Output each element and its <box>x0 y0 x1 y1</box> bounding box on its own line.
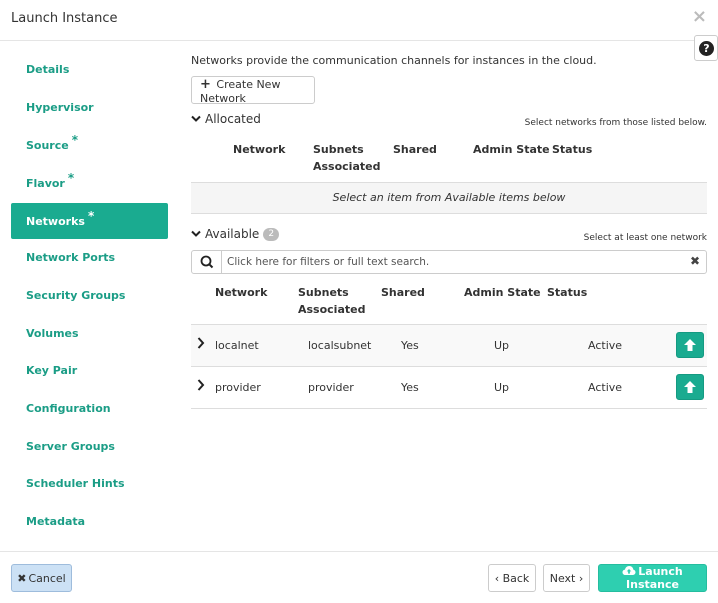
sidebar-item-label: Flavor <box>26 177 65 190</box>
required-marker: * <box>67 171 75 185</box>
back-button[interactable]: ‹ Back <box>488 564 536 592</box>
col-shared[interactable]: Shared <box>381 284 425 301</box>
cell-shared: Yes <box>401 381 419 394</box>
back-label: Back <box>502 571 530 585</box>
col-status[interactable]: Status <box>552 141 592 158</box>
table-row[interactable]: provider provider Yes Up Active <box>191 367 707 408</box>
sidebar-item-configuration[interactable]: Configuration <box>11 391 168 427</box>
cell-status: Active <box>588 339 623 352</box>
next-button[interactable]: Next › <box>543 564 590 592</box>
sidebar-item-networks[interactable]: Networks * <box>11 203 168 239</box>
chevron-left-icon: ‹ <box>494 571 500 585</box>
col-network[interactable]: Network <box>215 284 267 301</box>
allocate-button[interactable] <box>676 374 704 400</box>
networks-intro-text: Networks provide the communication chann… <box>191 54 597 67</box>
plus-icon: + <box>200 77 211 92</box>
col-network[interactable]: Network <box>233 141 285 158</box>
available-hint: Select at least one network <box>583 233 707 243</box>
cell-admin-state: Up <box>494 381 510 394</box>
sidebar-item-label: Scheduler Hints <box>26 477 125 490</box>
cell-network: localnet <box>215 339 259 352</box>
create-network-button[interactable]: + Create New Network <box>191 76 315 105</box>
col-admin-state[interactable]: Admin State <box>464 284 541 301</box>
chevron-right-icon[interactable] <box>197 379 205 395</box>
chevron-down-icon <box>191 228 201 241</box>
sidebar-item-details[interactable]: Details <box>11 52 168 88</box>
cloud-upload-icon <box>622 566 636 575</box>
cancel-label: Cancel <box>28 571 66 585</box>
cell-subnets: localsubnet <box>308 339 372 352</box>
launch-instance-button[interactable]: Launch Instance <box>598 564 707 592</box>
col-shared[interactable]: Shared <box>393 141 437 158</box>
create-network-label: Create New Network <box>200 78 281 105</box>
filter-search-box: ✖ <box>191 250 707 274</box>
sidebar-item-key-pair[interactable]: Key Pair <box>11 353 168 389</box>
close-icon[interactable]: × <box>692 7 707 27</box>
cancel-button[interactable]: ✖ Cancel <box>11 564 72 592</box>
sidebar-item-flavor[interactable]: Flavor * <box>11 165 168 201</box>
next-label: Next <box>549 571 576 585</box>
col-subnets-associated[interactable]: Subnets Associated <box>313 141 383 175</box>
search-input[interactable] <box>223 252 673 272</box>
allocated-section-toggle[interactable]: Allocated <box>191 112 261 126</box>
cell-admin-state: Up <box>494 339 510 352</box>
col-admin-state[interactable]: Admin State <box>473 141 550 158</box>
col-status[interactable]: Status <box>547 284 587 301</box>
sidebar-item-label: Configuration <box>26 402 111 415</box>
sidebar-item-label: Key Pair <box>26 364 78 377</box>
table-divider <box>191 408 707 409</box>
modal-header: Launch Instance × <box>0 0 718 41</box>
required-marker: * <box>71 133 78 147</box>
modal-title: Launch Instance <box>11 11 118 26</box>
clear-search-icon[interactable]: ✖ <box>690 254 700 268</box>
table-row[interactable]: localnet localsubnet Yes Up Active <box>191 325 707 366</box>
sidebar-item-volumes[interactable]: Volumes <box>11 316 168 352</box>
sidebar-item-label: Security Groups <box>26 289 126 302</box>
chevron-right-icon[interactable] <box>197 337 205 353</box>
cell-status: Active <box>588 381 623 394</box>
allocated-title: Allocated <box>205 112 261 126</box>
sidebar-item-label: Metadata <box>26 515 86 528</box>
allocated-hint: Select networks from those listed below. <box>524 118 707 128</box>
chevron-right-icon: › <box>578 571 584 585</box>
allocate-button[interactable] <box>676 332 704 358</box>
available-title: Available <box>205 227 260 241</box>
allocated-empty-row: Select an item from Available items belo… <box>191 182 707 214</box>
launch-instance-modal: Launch Instance × ? Details Hypervisor S… <box>0 0 718 603</box>
cell-network: provider <box>215 381 261 394</box>
sidebar-item-metadata[interactable]: Metadata <box>11 504 168 540</box>
modal-footer: ✖ Cancel ‹ Back Next › Launch Instance <box>0 551 718 603</box>
chevron-down-icon <box>191 113 201 126</box>
arrow-up-icon <box>684 339 696 351</box>
sidebar-item-label: Networks <box>26 215 85 228</box>
sidebar-item-hypervisor[interactable]: Hypervisor <box>11 90 168 126</box>
cell-subnets: provider <box>308 381 354 394</box>
required-marker: * <box>87 209 95 223</box>
available-section-toggle[interactable]: Available 2 <box>191 227 280 241</box>
sidebar-item-label: Details <box>26 63 70 76</box>
sidebar-item-scheduler-hints[interactable]: Scheduler Hints <box>11 466 168 502</box>
search-icon[interactable] <box>192 251 222 273</box>
wizard-sidebar: Details Hypervisor Source * Flavor * Netwo… <box>0 41 178 551</box>
sidebar-item-label: Source <box>26 139 69 152</box>
sidebar-item-server-groups[interactable]: Server Groups <box>11 429 168 465</box>
close-icon: ✖ <box>17 571 27 585</box>
col-subnets-associated[interactable]: Subnets Associated <box>298 284 368 318</box>
sidebar-item-label: Server Groups <box>26 440 115 453</box>
arrow-up-icon <box>684 381 696 393</box>
cell-shared: Yes <box>401 339 419 352</box>
available-count-badge: 2 <box>263 228 280 241</box>
sidebar-item-source[interactable]: Source * <box>11 127 168 163</box>
sidebar-item-label: Network Ports <box>26 251 116 264</box>
sidebar-item-security-groups[interactable]: Security Groups <box>11 278 168 314</box>
sidebar-item-label: Hypervisor <box>26 101 94 114</box>
sidebar-item-label: Volumes <box>26 327 79 340</box>
networks-panel: Networks provide the communication chann… <box>191 41 707 551</box>
sidebar-item-network-ports[interactable]: Network Ports <box>11 240 168 276</box>
